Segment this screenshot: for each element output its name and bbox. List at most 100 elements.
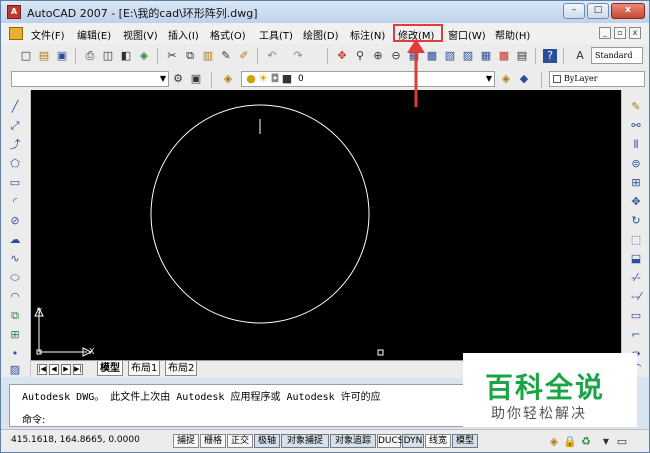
document-icon[interactable] [9,27,23,40]
otrack-toggle[interactable]: 对象追踪 [330,434,376,448]
title-bar[interactable]: A AutoCAD 2007 - [E:\我的cad\环形阵列.dwg] – □… [1,1,649,23]
menu-format[interactable]: 格式(O) [210,27,246,42]
revision-cloud-icon[interactable]: ☁ [7,233,23,247]
layer-dropdown[interactable]: ● ☀ ◘ ■ 0 ▼ [241,71,495,87]
ellipse-arc-icon[interactable]: ◠ [7,290,23,304]
plot-icon[interactable]: ⎙ [83,49,97,63]
polar-toggle[interactable]: 极轴 [254,434,280,448]
menu-help[interactable]: 帮助(H) [495,27,530,42]
mirror-icon[interactable]: ⫴ [628,138,644,152]
tab-next-button[interactable]: ▶ [61,364,71,375]
doc-restore-button[interactable]: ▫ [614,27,626,39]
design-center-icon[interactable]: ▩ [425,49,439,63]
scale-icon[interactable]: ⬚ [628,233,644,247]
open-folder-icon[interactable]: ▤ [37,49,51,63]
help-icon[interactable]: ? [543,49,557,63]
tab-last-button[interactable]: ▶| [73,364,83,375]
make-block-icon[interactable]: ⊞ [7,328,23,342]
workspace-settings-icon[interactable]: ⚙ [171,72,185,86]
zoom-window-icon[interactable]: ⊕ [371,49,385,63]
workspace-dropdown[interactable]: ▼ [11,71,169,87]
chamfer-icon[interactable]: ⌐ [628,328,644,342]
snap-toggle[interactable]: 捕捉 [173,434,199,448]
undo-icon[interactable]: ↶ [265,49,279,63]
grid-toggle[interactable]: 栅格 [200,434,226,448]
point-icon[interactable]: • [7,347,23,361]
markup-icon[interactable]: ▦ [479,49,493,63]
menu-draw[interactable]: 绘图(D) [303,27,339,42]
coordinate-readout[interactable]: 415.1618, 164.8665, 0.0000 [11,435,140,445]
make-layer-current-icon[interactable]: ◈ [499,72,513,86]
layer-previous-icon[interactable]: ◆ [517,72,531,86]
ortho-toggle[interactable]: 正交 [227,434,253,448]
construction-line-icon[interactable]: ⤢ [7,119,23,133]
match-properties-icon[interactable]: ✎ [219,49,233,63]
tray-settings-icon[interactable]: ♻ [579,435,593,449]
polygon-icon[interactable]: ⬠ [7,157,23,171]
color-dropdown[interactable]: ByLayer [549,71,645,87]
zoom-realtime-icon[interactable]: ⚲ [353,49,367,63]
spline-icon[interactable]: ∿ [7,252,23,266]
dbconnect-icon[interactable]: ▩ [497,49,511,63]
new-file-icon[interactable]: □ [19,49,33,63]
menu-view[interactable]: 视图(V) [123,27,158,42]
layer-manager-icon[interactable]: ◈ [221,72,235,86]
plot-preview-icon[interactable]: ◫ [101,49,115,63]
stretch-icon[interactable]: ⬓ [628,252,644,266]
break-icon[interactable]: ▭ [628,309,644,323]
doc-minimize-button[interactable]: _ [599,27,611,39]
rectangle-icon[interactable]: ▭ [7,176,23,190]
redo-icon[interactable]: ↷ [291,49,305,63]
polyline-icon[interactable]: ⤴ [7,138,23,152]
properties-icon[interactable]: ▦ [407,49,421,63]
zoom-previous-icon[interactable]: ⊖ [389,49,403,63]
text-style-dropdown[interactable]: Standard [591,47,643,64]
ducs-toggle[interactable]: DUCS [377,434,404,448]
arc-icon[interactable]: ◜ [7,195,23,209]
copy-icon[interactable]: ⧉ [183,49,197,63]
menu-window[interactable]: 窗口(W) [448,27,486,42]
calculator-icon[interactable]: ▤ [515,49,529,63]
publish-icon[interactable]: ◧ [119,49,133,63]
menu-insert[interactable]: 插入(I) [168,27,199,42]
menu-file[interactable]: 文件(F) [31,27,65,42]
sheet-set-icon[interactable]: ▨ [461,49,475,63]
move-icon[interactable]: ✥ [628,195,644,209]
hatch-icon[interactable]: ▨ [7,363,23,377]
extend-icon[interactable]: --⁄ [628,290,644,304]
model-toggle[interactable]: 模型 [452,434,478,448]
cut-icon[interactable]: ✂ [165,49,179,63]
grip-marker[interactable] [377,349,384,356]
tool-palettes-icon[interactable]: ▧ [443,49,457,63]
maximize-button[interactable]: □ [587,3,609,19]
tab-prev-button[interactable]: ◀ [49,364,59,375]
copy-object-icon[interactable]: ⚯ [628,119,644,133]
communication-center-icon[interactable]: ◈ [547,435,561,449]
menu-edit[interactable]: 编辑(E) [77,27,111,42]
etransmit-icon[interactable]: ◈ [137,49,151,63]
clean-screen-icon[interactable]: ▭ [615,435,629,449]
insert-block-icon[interactable]: ⧉ [7,309,23,323]
tab-layout2[interactable]: 布局2 [165,361,198,376]
menu-dimension[interactable]: 标注(N) [350,27,385,42]
toolbar-lock-status-icon[interactable]: 🔒 [563,435,577,449]
command-prompt[interactable]: 命令: [22,411,45,426]
osnap-toggle[interactable]: 对象捕捉 [281,434,329,448]
status-menu-icon[interactable]: ▼ [599,435,613,449]
array-icon[interactable]: ⊞ [628,176,644,190]
menu-tools[interactable]: 工具(T) [259,27,293,42]
toolbar-lock-icon[interactable]: ▣ [189,72,203,86]
circle-icon[interactable]: ⊘ [7,214,23,228]
tab-first-button[interactable]: |◀ [37,364,47,375]
autocad-logo-icon[interactable]: A [7,5,21,19]
drawing-canvas[interactable] [31,90,621,360]
line-icon[interactable]: ╱ [7,100,23,114]
text-style-icon[interactable]: A [573,49,587,63]
ellipse-icon[interactable]: ⬭ [7,271,23,285]
block-editor-icon[interactable]: ✐ [237,49,251,63]
trim-icon[interactable]: -⁄- [628,271,644,285]
tab-layout1[interactable]: 布局1 [128,361,161,376]
lineweight-toggle[interactable]: 线宽 [425,434,451,448]
erase-icon[interactable]: ✎ [628,100,644,114]
paste-icon[interactable]: ▥ [201,49,215,63]
